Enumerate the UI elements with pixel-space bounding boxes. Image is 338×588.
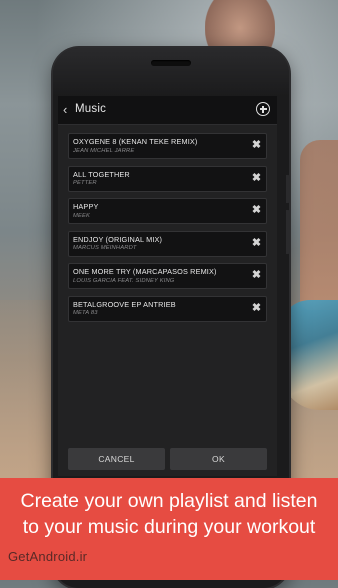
track-title: HAPPY bbox=[73, 202, 99, 211]
speaker-grille bbox=[151, 60, 191, 66]
track-row[interactable]: ENDJOY (ORIGINAL MIX) MARCUS MEINHARDT ✖ bbox=[68, 230, 267, 257]
track-artist: JEAN MICHEL JARRE bbox=[73, 147, 135, 154]
playlist-list: OXYGENE 8 (KENAN TEKE REMIX) JEAN MICHEL… bbox=[68, 133, 267, 328]
track-title: ALL TOGETHER bbox=[73, 169, 130, 179]
chevron-left-icon[interactable]: ‹ bbox=[63, 102, 67, 118]
track-artist: PETTER bbox=[73, 180, 97, 186]
background-runner-leg-right bbox=[300, 140, 338, 310]
track-row[interactable]: HAPPY MEEK ✖ bbox=[68, 198, 267, 224]
add-circle-icon[interactable] bbox=[256, 102, 270, 116]
track-row[interactable]: ALL TOGETHER PETTER ✖ bbox=[68, 165, 267, 192]
promo-text: Create your own playlist and listen to y… bbox=[20, 490, 318, 538]
track-artist: MEEK bbox=[73, 212, 91, 219]
close-icon[interactable]: ✖ bbox=[251, 140, 262, 151]
close-icon[interactable]: ✖ bbox=[251, 270, 262, 281]
page-title: Music bbox=[75, 103, 107, 115]
track-title: ENDJOY (ORIGINAL MIX) bbox=[73, 234, 163, 244]
cancel-button[interactable]: CANCEL bbox=[68, 448, 165, 470]
ok-button[interactable]: OK bbox=[170, 448, 267, 470]
track-row[interactable]: OXYGENE 8 (KENAN TEKE REMIX) JEAN MICHEL… bbox=[68, 133, 267, 159]
close-icon[interactable]: ✖ bbox=[251, 237, 262, 249]
track-row[interactable]: ONE MORE TRY (MARCAPASOS REMIX) LOUIS GA… bbox=[68, 263, 267, 289]
phone-top-bezel bbox=[53, 48, 289, 96]
phone-volume-button bbox=[286, 210, 290, 254]
promo-banner: Create your own playlist and listen to y… bbox=[0, 478, 338, 580]
close-icon[interactable]: ✖ bbox=[251, 302, 262, 314]
close-icon[interactable]: ✖ bbox=[251, 205, 262, 216]
track-title: BETALGROOVE EP ANTRIEB bbox=[73, 299, 176, 309]
watermark: GetAndroid.ir bbox=[8, 549, 88, 564]
phone-side-button bbox=[286, 175, 290, 203]
track-artist: META 83 bbox=[73, 310, 98, 316]
track-artist: LOUIS GARCIA FEAT. SIDNEY KING bbox=[73, 277, 175, 284]
track-title: OXYGENE 8 (KENAN TEKE REMIX) bbox=[73, 137, 198, 146]
app-screen: ‹ Music OXYGENE 8 (KENAN TEKE REMIX) JEA… bbox=[58, 96, 277, 476]
track-row[interactable]: BETALGROOVE EP ANTRIEB META 83 ✖ bbox=[68, 295, 267, 322]
track-title: ONE MORE TRY (MARCAPASOS REMIX) bbox=[73, 267, 217, 276]
app-toolbar: ‹ Music bbox=[58, 96, 277, 125]
track-artist: MARCUS MEINHARDT bbox=[73, 245, 137, 251]
close-icon[interactable]: ✖ bbox=[251, 172, 262, 184]
